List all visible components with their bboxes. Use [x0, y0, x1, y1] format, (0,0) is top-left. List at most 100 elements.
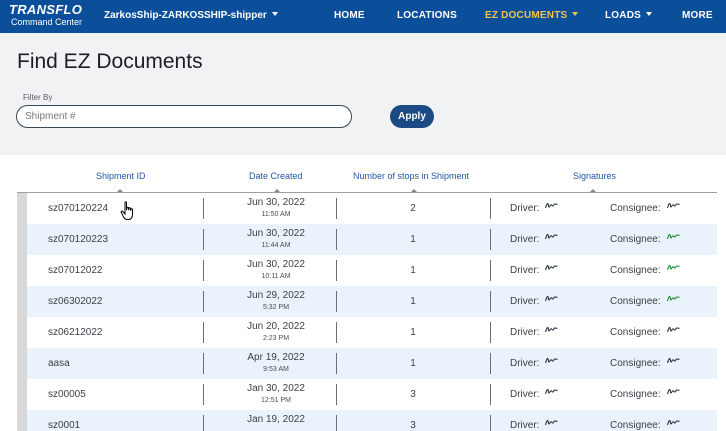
column-divider	[203, 198, 204, 219]
column-divider	[490, 260, 491, 281]
logo-subtitle: Command Center	[11, 17, 83, 27]
date-created: Jun 30, 2022 11:50 AM	[205, 197, 347, 221]
consignee-label: Consignee:	[610, 389, 661, 400]
driver-label: Driver:	[510, 358, 540, 369]
nav-ez-documents[interactable]: EZ DOCUMENTS	[485, 10, 579, 21]
nav-ez-documents-label: EZ DOCUMENTS	[485, 10, 568, 21]
logo-brand: TRANSFLO	[9, 2, 83, 17]
driver-label: Driver:	[510, 234, 540, 245]
consignee-label: Consignee:	[610, 420, 661, 431]
column-divider	[203, 415, 204, 431]
nav-locations[interactable]: LOCATIONS	[397, 10, 457, 21]
date-created-time: 9:53 AM	[263, 366, 289, 373]
date-created: Jun 30, 2022 11:44 AM	[205, 228, 347, 252]
row-marker	[17, 410, 27, 431]
consignee-signature-icon[interactable]	[667, 325, 680, 335]
column-divider	[203, 291, 204, 312]
table-row[interactable]: aasa Apr 19, 2022 9:53 AM 1 Driver: Cons…	[17, 348, 717, 379]
column-divider	[203, 260, 204, 281]
apply-button[interactable]: Apply	[390, 105, 434, 128]
nav-loads[interactable]: LOADS	[605, 10, 652, 21]
consignee-label: Consignee:	[610, 203, 661, 214]
shipment-id[interactable]: sz06212022	[48, 327, 103, 338]
driver-signature-icon[interactable]	[545, 294, 558, 304]
driver-signature-icon[interactable]	[545, 263, 558, 273]
table-row[interactable]: sz070120223 Jun 30, 2022 11:44 AM 1 Driv…	[17, 224, 717, 255]
driver-signature-icon[interactable]	[545, 418, 558, 428]
shipment-id[interactable]: sz070120224	[48, 203, 108, 214]
date-created: Jun 30, 2022 10:11 AM	[205, 259, 347, 283]
column-header-stops[interactable]: Number of stops in Shipment	[353, 171, 469, 181]
column-header-signatures[interactable]: Signatures	[573, 171, 616, 181]
driver-signature-icon[interactable]	[545, 387, 558, 397]
date-created-time: 2:23 PM	[262, 335, 290, 342]
consignee-signature-icon[interactable]	[667, 356, 680, 366]
shipment-id[interactable]: sz00005	[48, 389, 86, 400]
table-row[interactable]: sz07012022 Jun 30, 2022 10:11 AM 1 Drive…	[17, 255, 717, 286]
stop-count: 3	[410, 389, 416, 400]
date-created: Jun 20, 2022 2:23 PM	[205, 321, 347, 345]
date-created: Apr 19, 2022 9:53 AM	[205, 352, 347, 376]
consignee-signature-icon[interactable]	[667, 294, 680, 304]
top-nav-bar: TRANSFLO Command Center ZarkosShip-ZARKO…	[0, 0, 726, 33]
chevron-down-icon	[271, 12, 278, 16]
column-divider	[203, 229, 204, 250]
account-selector[interactable]: ZarkosShip-ZARKOSSHIP-shipper	[104, 10, 278, 21]
driver-signature-icon[interactable]	[545, 356, 558, 366]
column-header-shipment-id[interactable]: Shipment ID	[96, 171, 146, 181]
stop-count: 1	[410, 234, 416, 245]
consignee-signature-icon[interactable]	[667, 263, 680, 273]
column-divider	[490, 291, 491, 312]
driver-signature-icon[interactable]	[545, 232, 558, 242]
shipment-id[interactable]: sz06302022	[48, 296, 103, 307]
shipment-filter-input[interactable]	[16, 105, 352, 128]
consignee-label: Consignee:	[610, 234, 661, 245]
column-divider	[490, 322, 491, 343]
table-row[interactable]: sz00005 Jan 30, 2022 12:51 PM 3 Driver: …	[17, 379, 717, 410]
date-created-date: Jun 30, 2022	[247, 228, 305, 239]
row-marker	[17, 255, 27, 286]
consignee-signature-icon[interactable]	[667, 232, 680, 242]
stop-count: 1	[410, 358, 416, 369]
transflo-logo[interactable]: TRANSFLO Command Center	[9, 2, 83, 28]
driver-signature-icon[interactable]	[545, 325, 558, 335]
shipment-id[interactable]: aasa	[48, 358, 70, 369]
date-created-date: Jun 20, 2022	[247, 321, 305, 332]
shipment-id[interactable]: sz070120223	[48, 234, 108, 245]
column-divider	[490, 384, 491, 405]
date-created: Jan 19, 2022	[205, 414, 347, 426]
driver-label: Driver:	[510, 389, 540, 400]
row-marker	[17, 224, 27, 255]
row-marker	[17, 193, 27, 224]
column-header-date-created[interactable]: Date Created	[249, 171, 303, 181]
driver-label: Driver:	[510, 265, 540, 276]
row-marker	[17, 379, 27, 410]
filter-label: Filter By	[23, 93, 53, 102]
column-divider	[203, 353, 204, 374]
consignee-label: Consignee:	[610, 358, 661, 369]
shipment-id[interactable]: sz0001	[48, 420, 80, 431]
account-name: ZarkosShip-ZARKOSSHIP-shipper	[104, 10, 267, 21]
chevron-down-icon	[646, 12, 652, 16]
driver-signature-icon[interactable]	[545, 201, 558, 211]
date-created-date: Apr 19, 2022	[247, 352, 305, 363]
shipment-id[interactable]: sz07012022	[48, 265, 103, 276]
table-row[interactable]: sz06302022 Jun 29, 2022 5:32 PM 1 Driver…	[17, 286, 717, 317]
consignee-signature-icon[interactable]	[667, 201, 680, 211]
row-marker	[17, 348, 27, 379]
table-row[interactable]: sz06212022 Jun 20, 2022 2:23 PM 1 Driver…	[17, 317, 717, 348]
nav-more[interactable]: MORE	[682, 10, 713, 21]
date-created: Jan 30, 2022 12:51 PM	[205, 383, 347, 407]
date-created-time: 12:51 PM	[261, 397, 291, 404]
column-divider	[490, 415, 491, 431]
consignee-label: Consignee:	[610, 327, 661, 338]
driver-label: Driver:	[510, 420, 540, 431]
stop-count: 3	[410, 420, 416, 431]
nav-home[interactable]: HOME	[334, 10, 365, 21]
driver-label: Driver:	[510, 203, 540, 214]
consignee-signature-icon[interactable]	[667, 418, 680, 428]
column-divider	[490, 198, 491, 219]
table-row[interactable]: sz0001 Jan 19, 2022 3 Driver: Consignee:	[17, 410, 717, 431]
column-divider	[490, 229, 491, 250]
consignee-signature-icon[interactable]	[667, 387, 680, 397]
